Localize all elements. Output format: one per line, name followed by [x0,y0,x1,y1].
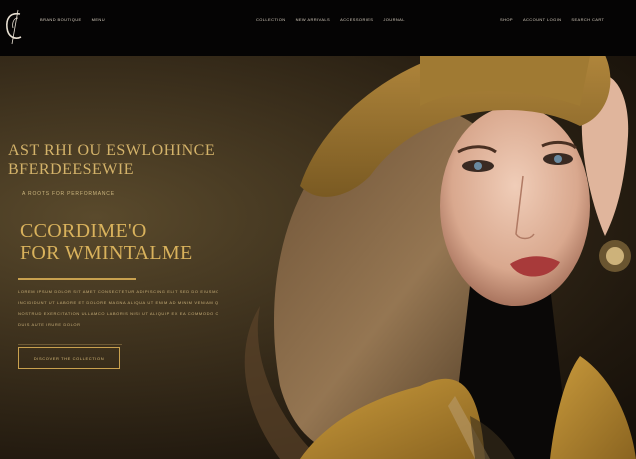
nav-center: COLLECTION NEW ARRIVALS ACCESSORIES JOUR… [256,15,405,23]
discover-collection-button[interactable]: DISCOVER THE COLLECTION [18,347,120,369]
nav-item-journal[interactable]: JOURNAL [383,17,404,22]
body-line: INCIDIDUNT UT LABORE ET DOLORE MAGNA ALI… [18,300,218,305]
nav-item-shop[interactable]: SHOP [500,17,513,22]
nav-left: BRAND BOUTIQUE MENU [40,15,105,23]
hero-subline: A ROOTS FOR PERFORMANCE [22,191,115,197]
nav-right: SHOP ACCOUNT LOGIN SEARCH CART [500,15,604,23]
nav-item-collection[interactable]: COLLECTION [256,17,286,22]
nav-item-account[interactable]: ACCOUNT LOGIN [523,17,561,22]
hero-title-line-2: FOR WMINTALME [20,242,193,264]
body-line: DUIS AUTE IRURE DOLOR [18,322,81,327]
hero-headline-line-2: BFERDEESEWIE [8,161,134,178]
nav-item-accessories[interactable]: ACCESSORIES [340,17,373,22]
c-monogram-icon[interactable] [3,6,25,46]
hero-title: CCORDIME'O FOR WMINTALME [20,220,192,264]
nav-item-brand[interactable]: BRAND BOUTIQUE [40,17,82,22]
hero-section: AST RHI OU ESWLOHINCE BFERDEESEWIE A ROO… [0,56,636,459]
nav-item-new-arrivals[interactable]: NEW ARRIVALS [296,17,331,22]
top-navigation-bar: BRAND BOUTIQUE MENU COLLECTION NEW ARRIV… [0,0,636,56]
hero-title-line-1: CCORDIME'O [20,220,147,242]
hero-body-text: LOREM IPSUM DOLOR SIT AMET CONSECTETUR A… [18,286,218,330]
body-line: NOSTRUD EXERCITATION ULLAMCO LABORIS NIS… [18,311,218,316]
cta-top-divider [18,344,122,345]
body-line: LOREM IPSUM DOLOR SIT AMET CONSECTETUR A… [18,289,218,294]
divider [18,278,136,280]
hero-headline-line-1: AST RHI OU ESWLOHINCE [8,142,216,159]
nav-item-menu[interactable]: MENU [92,17,105,22]
hero-headline: AST RHI OU ESWLOHINCE BFERDEESEWIE [8,141,215,179]
hero-model-image [244,56,636,459]
nav-item-search-cart[interactable]: SEARCH CART [571,17,604,22]
